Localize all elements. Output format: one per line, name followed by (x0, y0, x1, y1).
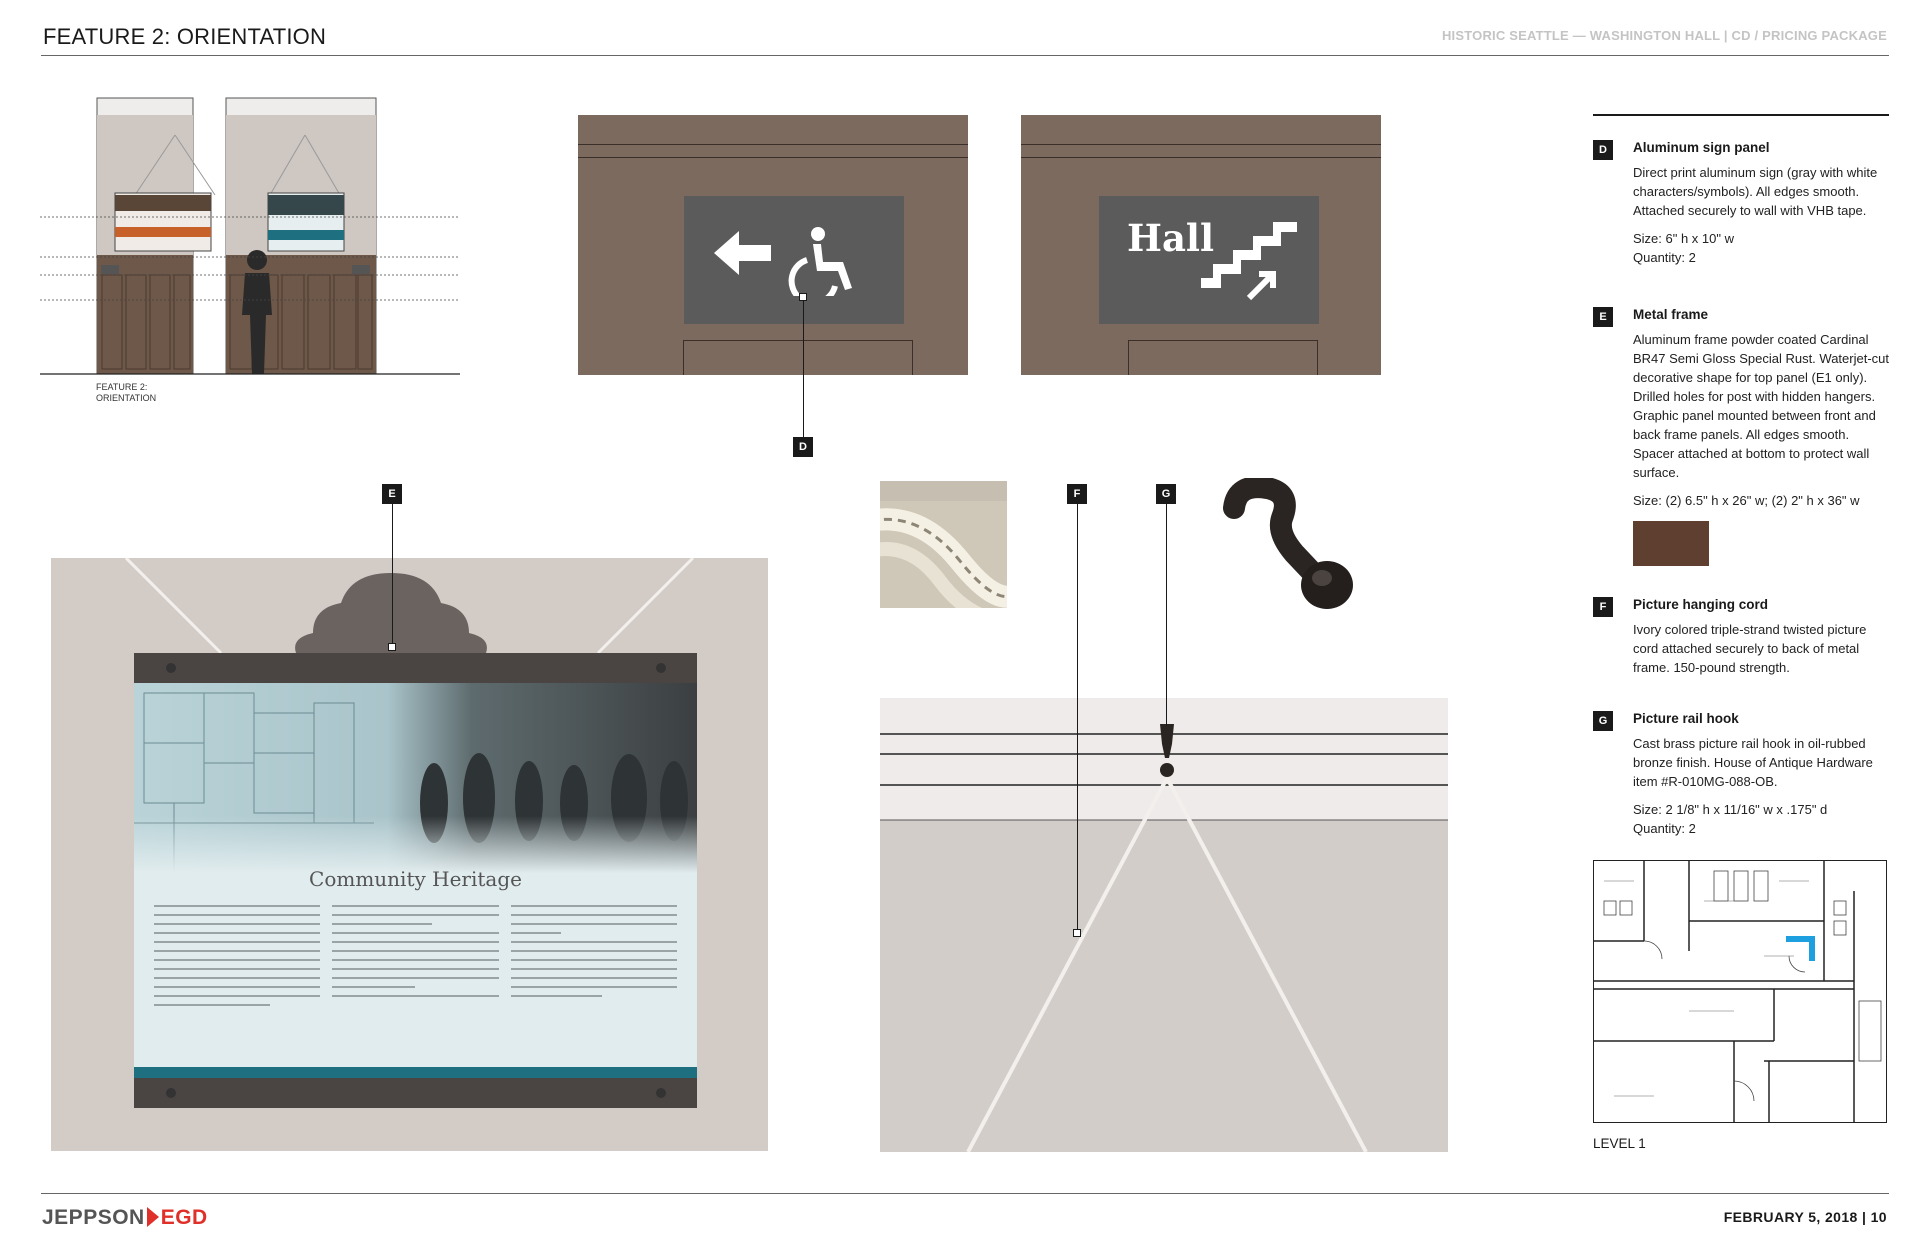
spec-g-description: Cast brass picture rail hook in oil-rubb… (1633, 736, 1873, 789)
project-title: HISTORIC SEATTLE — WASHINGTON HALL | CD … (1441, 28, 1887, 43)
exhibit-panel-drawing: Community Heritage (51, 558, 768, 1151)
spec-d-title: Aluminum sign panel (1633, 140, 1770, 155)
footer-rule (41, 1193, 1889, 1194)
spec-e-description: Aluminum frame powder coated Cardinal BR… (1633, 332, 1889, 480)
spec-rule (1593, 114, 1889, 116)
spec-d-size: Size: 6" h x 10" w (1633, 231, 1734, 246)
spec-g-size: Size: 2 1/8" h x 11/16" w x .175" d (1633, 802, 1828, 817)
header-rule (41, 55, 1889, 56)
spec-d-quantity: Quantity: 2 (1633, 250, 1696, 265)
spec-f: F Picture hanging cord Ivory colored tri… (1593, 595, 1893, 677)
panel-title: Community Heritage (309, 867, 522, 891)
stairs-up-icon (1201, 222, 1297, 301)
picture-rail-hook-photo (1223, 478, 1353, 609)
spec-d-description: Direct print aluminum sign (gray with wh… (1633, 165, 1878, 218)
rust-color-swatch (1633, 521, 1709, 566)
callout-e-badge: E (382, 484, 402, 504)
level-1-floor-plan (1593, 860, 1887, 1123)
arrow-left-wheelchair-icon (714, 227, 852, 296)
spec-e: E Metal frame Aluminum frame powder coat… (1593, 305, 1893, 510)
spec-f-title: Picture hanging cord (1633, 597, 1769, 612)
hanging-detail-drawing (880, 698, 1448, 1152)
spec-g-quantity: Quantity: 2 (1633, 821, 1696, 836)
hall-sign-panel: Hall (1099, 196, 1319, 324)
callout-g-badge: G (1156, 484, 1176, 504)
hall-sign-drawing: Hall (1021, 115, 1381, 375)
callout-f-badge: F (1067, 484, 1087, 504)
spec-d: D Aluminum sign panel Direct print alumi… (1593, 138, 1893, 267)
spec-f-description: Ivory colored triple-strand twisted pict… (1633, 622, 1867, 675)
spec-e-title: Metal frame (1633, 307, 1709, 322)
picture-cord-photo (880, 481, 1007, 608)
elevation-label: FEATURE 2: ORIENTATION (96, 382, 157, 403)
page-title: FEATURE 2: ORIENTATION (43, 24, 327, 49)
spec-d-badge: D (1593, 140, 1613, 160)
accessible-sign-panel (684, 196, 904, 324)
spec-f-badge: F (1593, 597, 1613, 617)
floor-plan-label: LEVEL 1 (1593, 1136, 1646, 1151)
accessible-sign-drawing (578, 115, 968, 375)
spec-e-size: Size: (2) 6.5" h x 26" w; (2) 2" h x 36"… (1633, 493, 1860, 508)
graphic-panel: Community Heritage (134, 683, 697, 1078)
company-logo: JEPPSON EGD (42, 1206, 208, 1229)
spec-g-title: Picture rail hook (1633, 711, 1739, 726)
quote-band (134, 1067, 697, 1078)
footer-date-page: FEBRUARY 5, 2018 | 10 (1723, 1209, 1887, 1225)
panel-body-text (154, 905, 677, 1013)
spec-e-badge: E (1593, 307, 1613, 327)
callout-d-badge: D (793, 437, 813, 457)
spec-g-badge: G (1593, 711, 1613, 731)
orientation-elevation (40, 97, 460, 375)
spec-g: G Picture rail hook Cast brass picture r… (1593, 709, 1893, 838)
